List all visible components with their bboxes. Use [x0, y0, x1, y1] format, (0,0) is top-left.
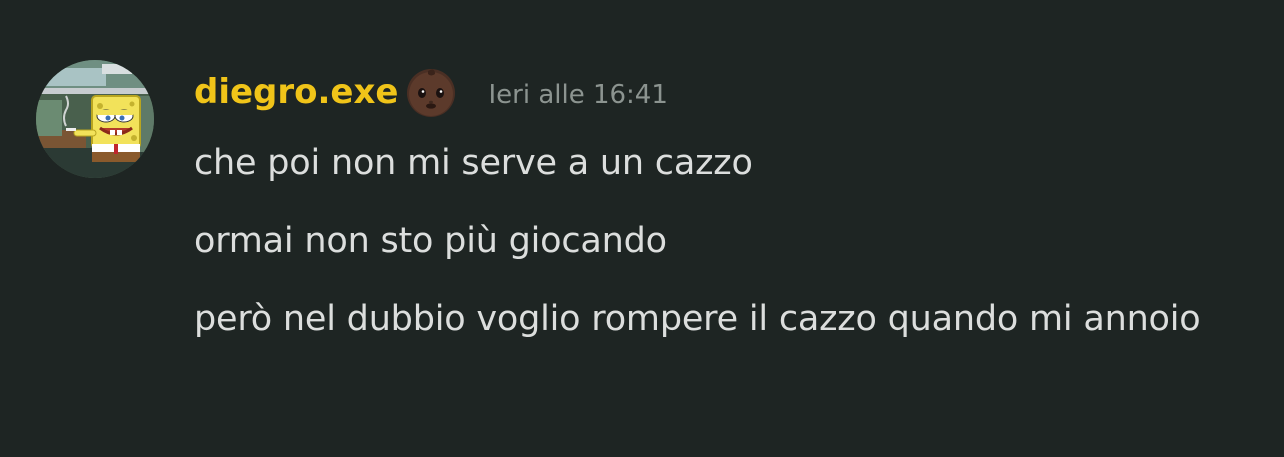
message-body: che poi non mi serve a un cazzo ormai no… — [194, 136, 1254, 366]
avatar[interactable] — [36, 60, 154, 178]
message-line: però nel dubbio voglio rompere il cazzo … — [194, 299, 1201, 339]
message-header: diegro.exe Ieri alle 16:41 — [194, 64, 668, 120]
username[interactable]: diegro.exe — [194, 72, 398, 112]
baby-icon — [402, 65, 460, 119]
message-line: ormai non sto più giocando — [194, 221, 667, 261]
spongebob-avatar-icon — [36, 60, 154, 178]
timestamp: Ieri alle 16:41 — [488, 80, 668, 110]
chat-message-group: diegro.exe Ieri alle 16:41 che poi non m… — [0, 0, 1284, 457]
message-line: che poi non mi serve a un cazzo — [194, 143, 753, 183]
